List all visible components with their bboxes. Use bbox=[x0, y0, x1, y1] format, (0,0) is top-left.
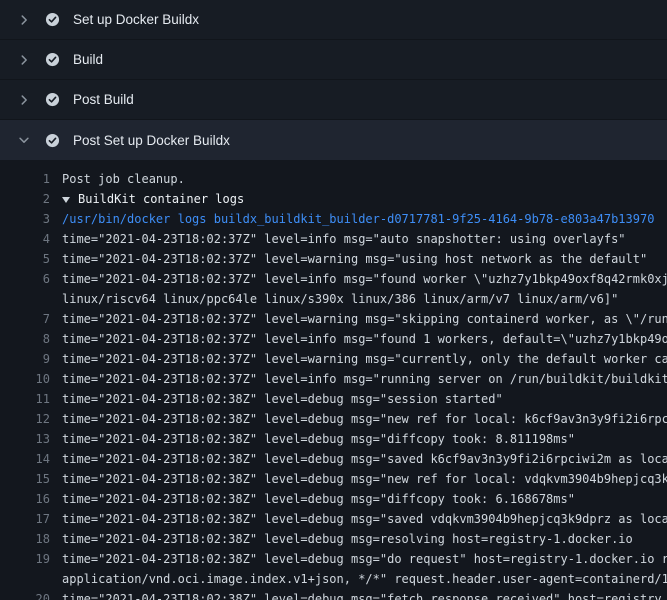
log-text: /usr/bin/docker logs buildx_buildkit_bui… bbox=[62, 209, 654, 229]
line-number[interactable]: 4 bbox=[0, 229, 50, 249]
log-row: 4 time="2021-04-23T18:02:37Z" level=info… bbox=[0, 229, 667, 249]
log-text: time="2021-04-23T18:02:38Z" level=debug … bbox=[62, 489, 575, 509]
line-number[interactable]: 20 bbox=[0, 589, 50, 600]
line-number[interactable]: 18 bbox=[0, 529, 50, 549]
step-label: Build bbox=[73, 52, 103, 67]
log-text: time="2021-04-23T18:02:38Z" level=debug … bbox=[62, 549, 667, 569]
chevron-icon bbox=[16, 53, 32, 67]
log-text: time="2021-04-23T18:02:38Z" level=debug … bbox=[62, 509, 667, 529]
log-container: 1 Post job cleanup. 2 BuildKit container… bbox=[0, 160, 667, 600]
line-number[interactable]: 2 bbox=[0, 189, 50, 209]
log-row: 20 time="2021-04-23T18:02:38Z" level=deb… bbox=[0, 589, 667, 600]
log-text: time="2021-04-23T18:02:38Z" level=debug … bbox=[62, 429, 575, 449]
line-number[interactable]: 5 bbox=[0, 249, 50, 269]
log-row: 13 time="2021-04-23T18:02:38Z" level=deb… bbox=[0, 429, 667, 449]
log-row: 19 time="2021-04-23T18:02:38Z" level=deb… bbox=[0, 549, 667, 569]
log-text: time="2021-04-23T18:02:38Z" level=debug … bbox=[62, 469, 667, 489]
log-row: 9 time="2021-04-23T18:02:37Z" level=warn… bbox=[0, 349, 667, 369]
log-row: 18 time="2021-04-23T18:02:38Z" level=deb… bbox=[0, 529, 667, 549]
line-number[interactable]: 13 bbox=[0, 429, 50, 449]
log-text: time="2021-04-23T18:02:38Z" level=debug … bbox=[62, 389, 503, 409]
step-header-build[interactable]: Build bbox=[0, 40, 667, 80]
line-number[interactable]: 10 bbox=[0, 369, 50, 389]
log-text: Post job cleanup. bbox=[62, 169, 185, 189]
line-number[interactable]: 14 bbox=[0, 449, 50, 469]
step-header-post-build[interactable]: Post Build bbox=[0, 80, 667, 120]
log-row: 5 time="2021-04-23T18:02:37Z" level=warn… bbox=[0, 249, 667, 269]
log-row: 12 time="2021-04-23T18:02:38Z" level=deb… bbox=[0, 409, 667, 429]
log-text: time="2021-04-23T18:02:38Z" level=debug … bbox=[62, 589, 662, 600]
log-text: application/vnd.oci.image.index.v1+json,… bbox=[62, 569, 667, 589]
step-header-post-set-up-docker-buildx[interactable]: Post Set up Docker Buildx bbox=[0, 120, 667, 160]
log-text: time="2021-04-23T18:02:37Z" level=warnin… bbox=[62, 309, 667, 329]
check-circle-icon bbox=[45, 133, 60, 148]
line-number[interactable]: 16 bbox=[0, 489, 50, 509]
log-row: 16 time="2021-04-23T18:02:38Z" level=deb… bbox=[0, 489, 667, 509]
log-row: 15 time="2021-04-23T18:02:38Z" level=deb… bbox=[0, 469, 667, 489]
log-row: 3 /usr/bin/docker logs buildx_buildkit_b… bbox=[0, 209, 667, 229]
line-number[interactable]: 19 bbox=[0, 549, 50, 569]
line-number[interactable]: 7 bbox=[0, 309, 50, 329]
line-number bbox=[0, 289, 50, 309]
step-label: Post Build bbox=[73, 92, 134, 107]
line-number[interactable]: 15 bbox=[0, 469, 50, 489]
log-row: 17 time="2021-04-23T18:02:38Z" level=deb… bbox=[0, 509, 667, 529]
log-text: time="2021-04-23T18:02:37Z" level=warnin… bbox=[62, 349, 667, 369]
line-number[interactable]: 11 bbox=[0, 389, 50, 409]
group-collapse-triangle-icon[interactable] bbox=[62, 197, 70, 203]
log-row: 7 time="2021-04-23T18:02:37Z" level=warn… bbox=[0, 309, 667, 329]
line-number[interactable]: 6 bbox=[0, 269, 50, 289]
chevron-icon bbox=[16, 13, 32, 27]
log-text: linux/riscv64 linux/ppc64le linux/s390x … bbox=[62, 289, 618, 309]
log-text: time="2021-04-23T18:02:37Z" level=warnin… bbox=[62, 249, 647, 269]
check-circle-icon bbox=[45, 12, 60, 27]
chevron-icon bbox=[16, 93, 32, 107]
log-text: time="2021-04-23T18:02:37Z" level=info m… bbox=[62, 369, 667, 389]
log-text: time="2021-04-23T18:02:37Z" level=info m… bbox=[62, 229, 626, 249]
log-row: 11 time="2021-04-23T18:02:38Z" level=deb… bbox=[0, 389, 667, 409]
line-number[interactable]: 17 bbox=[0, 509, 50, 529]
log-text: time="2021-04-23T18:02:38Z" level=debug … bbox=[62, 449, 667, 469]
log-row: 8 time="2021-04-23T18:02:37Z" level=info… bbox=[0, 329, 667, 349]
line-number[interactable]: 9 bbox=[0, 349, 50, 369]
workflow-log-pane: Set up Docker Buildx Build Post Buil bbox=[0, 0, 667, 600]
log-row: 1 Post job cleanup. bbox=[0, 169, 667, 189]
log-row: linux/riscv64 linux/ppc64le linux/s390x … bbox=[0, 289, 667, 309]
line-number[interactable]: 12 bbox=[0, 409, 50, 429]
check-circle-icon bbox=[45, 92, 60, 107]
log-text: time="2021-04-23T18:02:37Z" level=info m… bbox=[62, 269, 667, 289]
log-text: time="2021-04-23T18:02:37Z" level=info m… bbox=[62, 329, 667, 349]
log-text: time="2021-04-23T18:02:38Z" level=debug … bbox=[62, 529, 633, 549]
log-row: 14 time="2021-04-23T18:02:38Z" level=deb… bbox=[0, 449, 667, 469]
line-number[interactable]: 1 bbox=[0, 169, 50, 189]
log-group-toggle[interactable]: BuildKit container logs bbox=[62, 189, 244, 209]
chevron-icon bbox=[16, 133, 32, 147]
line-number bbox=[0, 569, 50, 589]
line-number[interactable]: 8 bbox=[0, 329, 50, 349]
check-circle-icon bbox=[45, 52, 60, 67]
log-text: time="2021-04-23T18:02:38Z" level=debug … bbox=[62, 409, 667, 429]
log-row: 2 BuildKit container logs bbox=[0, 189, 667, 209]
log-row: 6 time="2021-04-23T18:02:37Z" level=info… bbox=[0, 269, 667, 289]
log-row: application/vnd.oci.image.index.v1+json,… bbox=[0, 569, 667, 589]
line-number[interactable]: 3 bbox=[0, 209, 50, 229]
log-row: 10 time="2021-04-23T18:02:37Z" level=inf… bbox=[0, 369, 667, 389]
step-label: Post Set up Docker Buildx bbox=[73, 133, 230, 148]
step-label: Set up Docker Buildx bbox=[73, 12, 199, 27]
steps-list: Set up Docker Buildx Build Post Buil bbox=[0, 0, 667, 160]
step-header-set-up-docker-buildx[interactable]: Set up Docker Buildx bbox=[0, 0, 667, 40]
